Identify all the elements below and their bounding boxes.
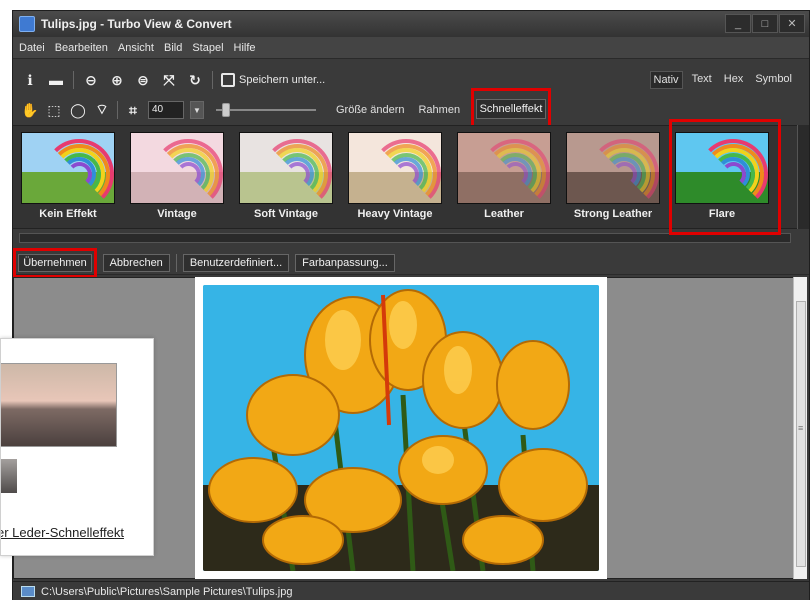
hand-icon[interactable]: ✋ [21,101,39,119]
color-adjust-button[interactable]: Farbanpassung... [295,253,395,272]
canvas-scrollbar[interactable]: ≡ [793,277,807,579]
main-toolbar: ℹ ▬ ⊖ ⊕ ⊜ ⤧ ↻ Speichern unter... Nativ T… [13,67,809,93]
preview-ribbon [284,161,310,187]
slider-thumb[interactable] [222,103,230,117]
action-bar: Übernehmen Abbrechen Benutzerdefiniert..… [13,251,809,275]
effect-label: Kein Effekt [39,208,97,220]
rect-select-icon[interactable]: ⬚ [45,101,63,119]
effect-label: Heavy Vintage [357,208,433,220]
tip-overlay-card: er Leder-Schnelleffekt [0,338,154,556]
menu-bar: Datei Bearbeiten Ansicht Bild Stapel Hil… [13,37,809,59]
tip-secondary-image [1,459,17,493]
accept-highlight: Übernehmen [13,248,97,278]
zoom-out-icon[interactable]: ⊖ [82,71,100,89]
action-divider [175,253,177,272]
effect-preview-image [239,132,333,204]
menu-datei[interactable]: Datei [19,42,45,54]
preview-ribbon [66,161,92,187]
window-title: Tulips.jpg - Turbo View & Convert [41,17,232,31]
size-input[interactable]: 40 [148,101,184,119]
folder-icon[interactable]: ▬ [47,71,65,89]
frame-button[interactable]: Rahmen [418,104,460,116]
tip-caption-link[interactable]: er Leder-Schnelleffekt [1,525,124,540]
view-mode-text[interactable]: Text [689,71,715,89]
view-mode-switcher: Nativ Text Hex Symbol [649,71,796,89]
toolbar-divider [212,71,213,89]
toolbar-divider [117,101,118,119]
maximize-button[interactable]: □ [752,14,778,33]
close-button[interactable]: ✕ [779,14,805,33]
rotate-icon[interactable]: ↻ [186,71,204,89]
flare-selection-highlight [669,119,781,235]
effect-preview-image [457,132,551,204]
slider-track [216,109,316,111]
effect-preview-image [130,132,224,204]
effect-preview-image [566,132,660,204]
save-as-button[interactable]: Speichern unter... [221,73,325,87]
effect-label: Leather [484,208,524,220]
menu-bearbeiten[interactable]: Bearbeiten [55,42,108,54]
size-dropdown-icon[interactable]: ▼ [190,101,204,119]
lasso-icon[interactable]: ⌔ [93,101,111,119]
image-file-icon [21,586,35,597]
zoom-in-icon[interactable]: ⊕ [108,71,126,89]
fit-icon[interactable]: ⤧ [160,71,178,89]
quick-effect-highlight: Schnelleffekt [471,88,551,129]
info-icon[interactable]: ℹ [21,71,39,89]
preview-ribbon [393,161,419,187]
window-controls: _ □ ✕ [725,14,805,33]
custom-button[interactable]: Benutzerdefiniert... [182,253,290,272]
save-as-label: Speichern unter... [239,74,326,86]
accept-button[interactable]: Übernehmen [18,254,92,272]
effect-preview-image [348,132,442,204]
preview-ribbon [175,161,201,187]
scroll-grip-icon: ≡ [798,423,804,433]
effect-thumb-5[interactable]: Strong Leather [564,132,662,224]
canvas-scrollbar-thumb[interactable] [796,301,806,567]
save-icon [221,73,235,87]
effect-thumb-4[interactable]: Leather [455,132,553,224]
resize-button[interactable]: Größe ändern [336,104,404,116]
crop-icon[interactable]: ⌗ [124,101,142,119]
quick-effect-button[interactable]: Schnelleffekt [475,98,547,119]
title-bar: Tulips.jpg - Turbo View & Convert _ □ ✕ [13,11,809,37]
tulips-illustration [203,285,599,571]
view-mode-nativ[interactable]: Nativ [649,71,683,89]
tulips-photo [195,277,607,579]
effect-label: Vintage [157,208,197,220]
tip-preview-image [1,363,117,447]
view-mode-symbol[interactable]: Symbol [752,71,795,89]
effect-preview-image [21,132,115,204]
file-path: C:\Users\Public\Pictures\Sample Pictures… [41,585,293,598]
effect-thumb-3[interactable]: Heavy Vintage [346,132,444,224]
menu-bild[interactable]: Bild [164,42,182,54]
menu-ansicht[interactable]: Ansicht [118,42,154,54]
view-mode-hex[interactable]: Hex [721,71,747,89]
effect-thumb-0[interactable]: Kein Effekt [19,132,117,224]
preview-ribbon [611,161,637,187]
effect-label: Strong Leather [573,208,653,220]
effect-thumb-1[interactable]: Vintage [128,132,226,224]
effect-thumb-2[interactable]: Soft Vintage [237,132,335,224]
minimize-button[interactable]: _ [725,14,751,33]
photo-content [203,285,599,571]
ellipse-select-icon[interactable]: ◯ [69,101,87,119]
effects-scrollbar-vertical[interactable] [797,125,809,229]
menu-hilfe[interactable]: Hilfe [234,42,256,54]
cancel-button[interactable]: Abbrechen [102,253,170,272]
status-bar: C:\Users\Public\Pictures\Sample Pictures… [13,581,809,600]
effect-label: Soft Vintage [254,208,318,220]
toolbar-divider [73,71,74,89]
app-icon [19,16,35,32]
preview-ribbon [502,161,528,187]
menu-stapel[interactable]: Stapel [192,42,223,54]
zoom-reset-icon[interactable]: ⊜ [134,71,152,89]
size-slider[interactable] [216,101,316,119]
